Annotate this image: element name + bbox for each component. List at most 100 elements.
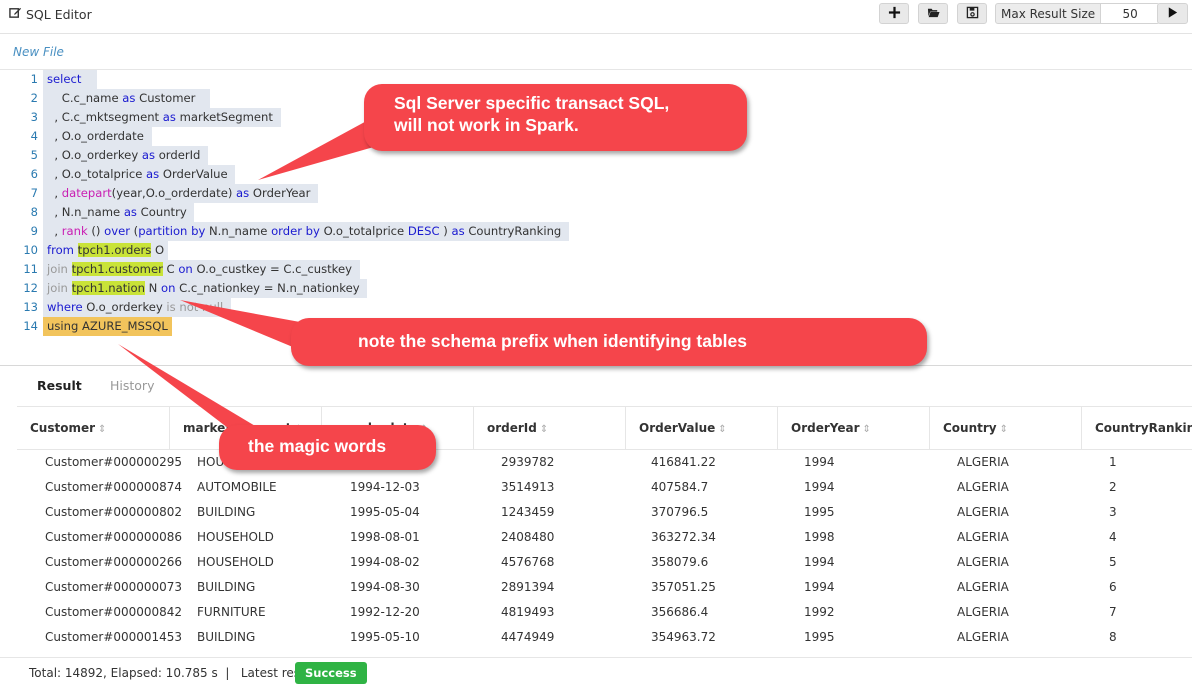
table-cell: 7	[1109, 605, 1117, 619]
table-cell: Customer#000000086	[45, 530, 183, 544]
code-text: using AZURE_MSSQL	[43, 317, 172, 336]
sort-icon: ⇕	[718, 424, 727, 435]
editor-title: SQL Editor	[9, 6, 92, 22]
table-cell: Customer#000000266	[45, 555, 183, 569]
table-cell: 6	[1109, 580, 1117, 594]
run-button[interactable]	[1157, 3, 1188, 24]
table-cell: BUILDING	[197, 630, 256, 644]
table-cell: Customer#000000073	[45, 580, 183, 594]
code-line: 10 from tpch1.orders O	[0, 241, 1192, 260]
table-cell: Customer#000000842	[45, 605, 183, 619]
code-text: where O.o_orderkey is not null	[43, 298, 231, 317]
line-number: 7	[30, 186, 38, 200]
open-file-button[interactable]	[918, 3, 948, 24]
table-cell: 1994-12-03	[350, 480, 420, 494]
table-cell: 1998-08-01	[350, 530, 420, 544]
table-cell: 1995-05-10	[350, 630, 420, 644]
table-cell: 2408480	[501, 530, 555, 544]
code-line: 8 , N.n_name as Country	[0, 203, 1192, 222]
table-row[interactable]: Customer#000000842 FURNITURE 1992-12-20 481…	[17, 600, 1192, 625]
table-cell: HOUSEHOLD	[197, 530, 274, 544]
callout-text: Sql Server specific transact SQL,	[394, 93, 670, 113]
code-line: 11 join tpch1.customer C on O.o_custkey …	[0, 260, 1192, 279]
table-cell: ALGERIA	[957, 630, 1009, 644]
table-cell: 4819493	[501, 605, 555, 619]
table-row[interactable]: Customer#000000266 HOUSEHOLD 1994-08-02 457…	[17, 550, 1192, 575]
code-token: select	[47, 72, 82, 86]
table-cell: 356686.4	[651, 605, 709, 619]
table-cell: 5	[1109, 555, 1117, 569]
code-text: join tpch1.customer C on O.o_custkey = C…	[43, 260, 360, 279]
save-button[interactable]	[957, 3, 987, 24]
line-number: 6	[30, 167, 38, 181]
column-header[interactable]: Customer ⇕	[17, 407, 170, 449]
line-number: 10	[23, 243, 38, 257]
table-cell: 2939782	[501, 455, 555, 469]
callout-magic-words: the magic words	[219, 425, 436, 470]
edit-icon	[9, 6, 22, 22]
table-cell: 1994-08-02	[350, 555, 420, 569]
column-header[interactable]: OrderValue ⇕	[626, 407, 778, 449]
status-badge: Success	[295, 662, 367, 684]
results-tabs: Result History	[0, 367, 1192, 405]
code-text: from tpch1.orders O	[43, 241, 169, 260]
line-number: 2	[30, 91, 38, 105]
code-line: 7 , datepart(year,O.o_orderdate) as Orde…	[0, 184, 1192, 203]
table-cell: 1	[1109, 455, 1117, 469]
callout-schema-prefix: note the schema prefix when identifying …	[291, 318, 927, 366]
folder-open-icon	[927, 4, 940, 23]
editor-title-label: SQL Editor	[26, 6, 92, 22]
table-row[interactable]: Customer#000000073 BUILDING 1994-08-30 2891…	[17, 575, 1192, 600]
table-cell: 2891394	[501, 580, 555, 594]
code-text: select	[43, 70, 97, 89]
table-cell: AUTOMOBILE	[197, 480, 277, 494]
column-header[interactable]: OrderYear ⇕	[778, 407, 930, 449]
table-cell: 1992-12-20	[350, 605, 420, 619]
table-cell: Customer#000000295	[45, 455, 183, 469]
table-cell: 1994	[804, 455, 835, 469]
code-text: C.c_name as Customer	[43, 89, 211, 108]
code-line: 13 where O.o_orderkey is not null	[0, 298, 1192, 317]
callout-transact-sql: Sql Server specific transact SQL, will n…	[364, 84, 747, 151]
line-number: 8	[30, 205, 38, 219]
table-row[interactable]: Customer#000001453 BUILDING 1995-05-10 4474…	[17, 625, 1192, 650]
file-tab-bar: New File	[0, 34, 1192, 70]
table-cell: 4576768	[501, 555, 555, 569]
line-number: 4	[30, 129, 38, 143]
status-footer: Total: 14892, Elapsed: 10.785 s | Latest…	[0, 657, 1192, 686]
column-header[interactable]: orderId ⇕	[474, 407, 626, 449]
table-header: Customer⇕ marketSegment⇕ o_orderdate⇕ or…	[17, 406, 1192, 450]
sort-icon: ⇕	[999, 424, 1009, 435]
table-row[interactable]: Customer#000000295HOUSEHOLD2939782416841…	[17, 450, 1192, 475]
column-header[interactable]: Country ⇕	[930, 407, 1082, 449]
code-text: , rank () over (partition by N.n_name or…	[43, 222, 569, 241]
line-number: 9	[30, 224, 38, 238]
table-cell: BUILDING	[197, 580, 256, 594]
table-cell: ALGERIA	[957, 480, 1009, 494]
code-text: join tpch1.nation N on C.c_nationkey = N…	[43, 279, 368, 298]
table-cell: 407584.7	[651, 480, 709, 494]
table-cell: ALGERIA	[957, 455, 1009, 469]
table-cell: ALGERIA	[957, 580, 1009, 594]
tab-history[interactable]: History	[110, 378, 154, 393]
table-cell: 3514913	[501, 480, 555, 494]
column-header[interactable]: CountryRanking	[1082, 407, 1192, 449]
table-cell: ALGERIA	[957, 530, 1009, 544]
table-cell: 1995	[804, 505, 835, 519]
tab-result[interactable]: Result	[37, 378, 82, 393]
table-row[interactable]: Customer#000000874 AUTOMOBILE 1994-12-03 35…	[17, 475, 1192, 500]
table-row[interactable]: Customer#000000086 HOUSEHOLD 1998-08-01 240…	[17, 525, 1192, 550]
table-cell: 358079.6	[651, 555, 709, 569]
new-query-button[interactable]	[879, 3, 909, 24]
table-cell: 1995-05-04	[350, 505, 420, 519]
table-cell: 1998	[804, 530, 835, 544]
table-row[interactable]: Customer#000000802 BUILDING 1995-05-04 1243…	[17, 500, 1192, 525]
file-tab-new-file[interactable]: New File	[13, 45, 64, 59]
toolbar: SQL Editor Max Result Size 50	[0, 0, 1192, 34]
table-cell: 354963.72	[651, 630, 716, 644]
max-result-input[interactable]: 50	[1100, 4, 1160, 23]
table-cell: HOUSEHOLD	[197, 555, 274, 569]
table-cell: 4	[1109, 530, 1117, 544]
table-cell: 370796.5	[651, 505, 709, 519]
table-cell: 1992	[804, 605, 835, 619]
